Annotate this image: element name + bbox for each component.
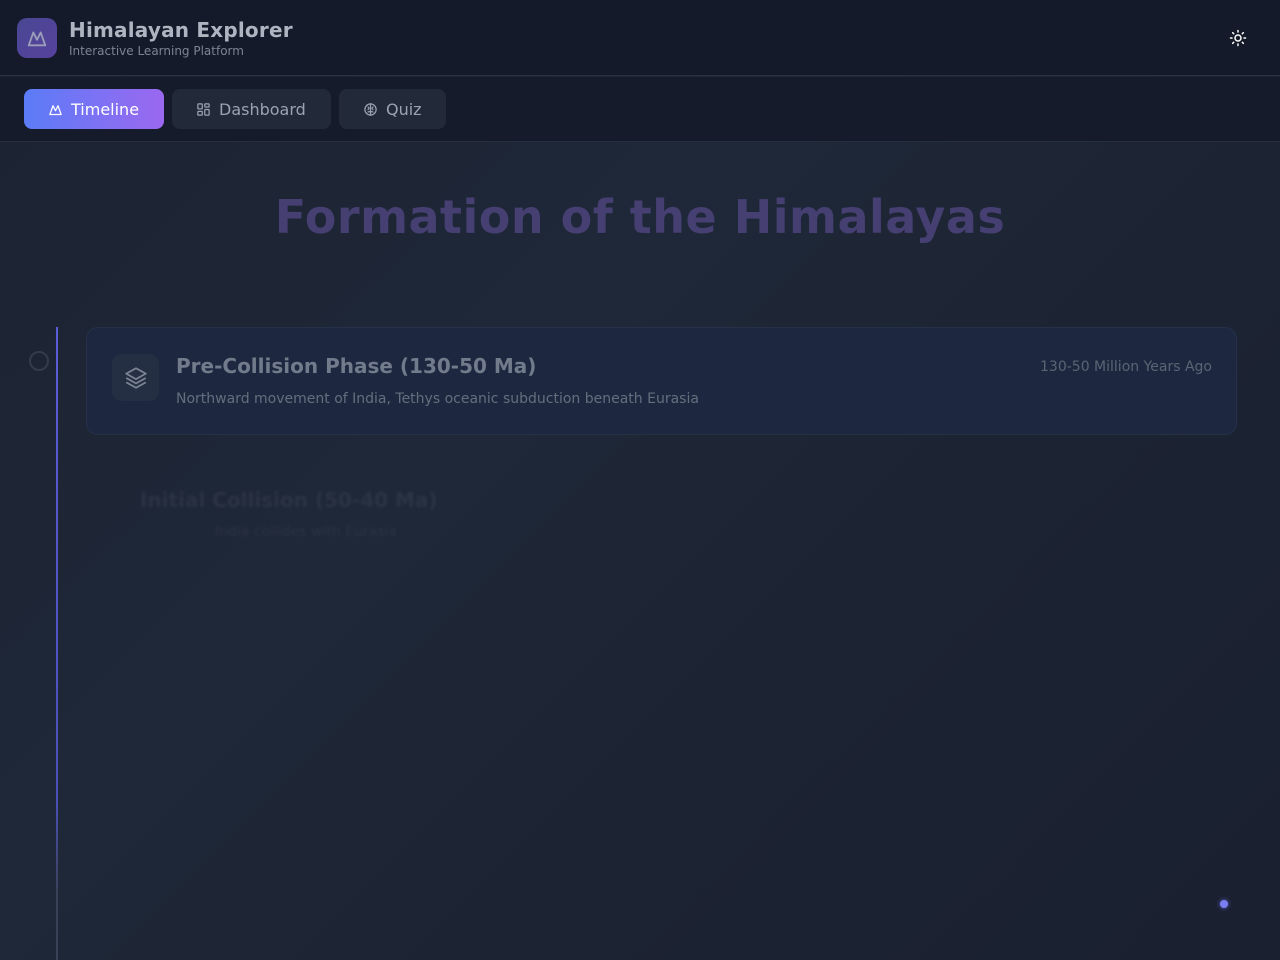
app-logo <box>17 18 57 58</box>
tab-timeline-label: Timeline <box>71 99 140 119</box>
timeline-card-date: 130-50 Million Years Ago <box>1040 359 1212 375</box>
app-title: Himalayan Explorer <box>69 18 293 42</box>
timeline-card-icon <box>112 354 159 401</box>
timeline-card-description: Northward movement of India, Tethys ocea… <box>176 391 699 407</box>
timeline-card[interactable]: Pre-Collision Phase (130-50 Ma) 130-50 M… <box>86 327 1237 435</box>
page-title: Formation of the Himalayas <box>274 190 1006 244</box>
timeline-card-description: India collides with Eurasia <box>215 524 397 540</box>
timeline-line <box>56 327 58 960</box>
scroll-indicator-dot <box>1220 900 1228 908</box>
app-header: Himalayan Explorer Interactive Learning … <box>0 0 1280 76</box>
sun-icon <box>1229 29 1247 47</box>
app-subtitle: Interactive Learning Platform <box>69 44 244 58</box>
layers-icon <box>124 366 147 389</box>
tab-dashboard[interactable]: Dashboard <box>172 89 331 129</box>
tab-timeline[interactable]: Timeline <box>24 89 164 129</box>
timeline-card-title: Pre-Collision Phase (130-50 Ma) <box>176 354 537 378</box>
grid-icon <box>197 102 210 116</box>
brain-icon <box>364 102 377 116</box>
timeline-marker[interactable] <box>29 351 49 371</box>
timeline-card[interactable]: Initial Collision (50-40 Ma) India colli… <box>80 478 1231 578</box>
tab-quiz[interactable]: Quiz <box>339 89 446 129</box>
mountain-icon <box>27 31 47 47</box>
theme-toggle-button[interactable] <box>1222 22 1254 54</box>
tab-dashboard-label: Dashboard <box>219 99 306 119</box>
tab-quiz-label: Quiz <box>386 99 422 119</box>
main-nav: Timeline Dashboard Quiz <box>0 77 1280 142</box>
timeline-card-title: Initial Collision (50-40 Ma) <box>140 488 438 512</box>
mountain-icon <box>49 104 62 115</box>
